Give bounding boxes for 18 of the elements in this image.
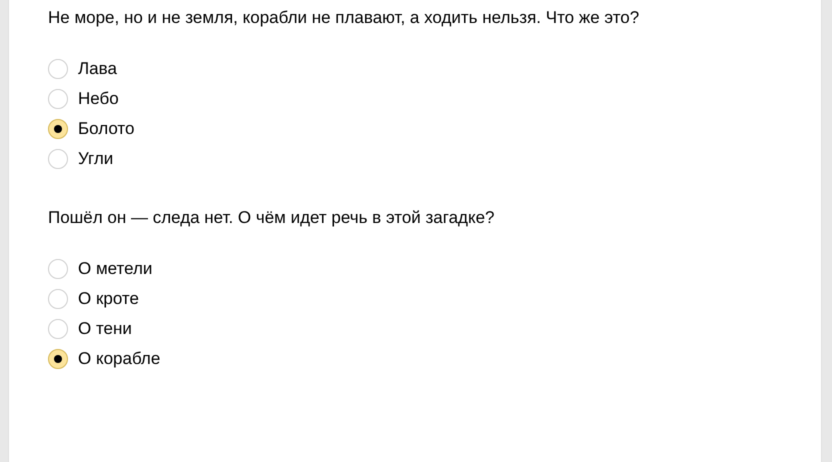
- option-label[interactable]: Угли: [78, 149, 114, 169]
- option-label[interactable]: Болото: [78, 119, 134, 139]
- option-label[interactable]: О метели: [78, 259, 152, 279]
- radio-button[interactable]: [48, 119, 68, 139]
- radio-button[interactable]: [48, 149, 68, 169]
- option-label[interactable]: О корабле: [78, 349, 160, 369]
- radio-button[interactable]: [48, 89, 68, 109]
- radio-button[interactable]: [48, 289, 68, 309]
- radio-button[interactable]: [48, 59, 68, 79]
- question-text: Не море, но и не земля, корабли не плавают, а ходить нельзя. Что же это?: [48, 7, 640, 29]
- option-label[interactable]: Небо: [78, 89, 119, 109]
- option-label[interactable]: О кроте: [78, 289, 139, 309]
- radio-button[interactable]: [48, 259, 68, 279]
- radio-button[interactable]: [48, 349, 68, 369]
- option-label[interactable]: Лава: [78, 59, 117, 79]
- question-text: Пошёл он — следа нет. О чём идет речь в этой загадке?: [48, 207, 496, 229]
- radio-button[interactable]: [48, 319, 68, 339]
- option-label[interactable]: О тени: [78, 319, 132, 339]
